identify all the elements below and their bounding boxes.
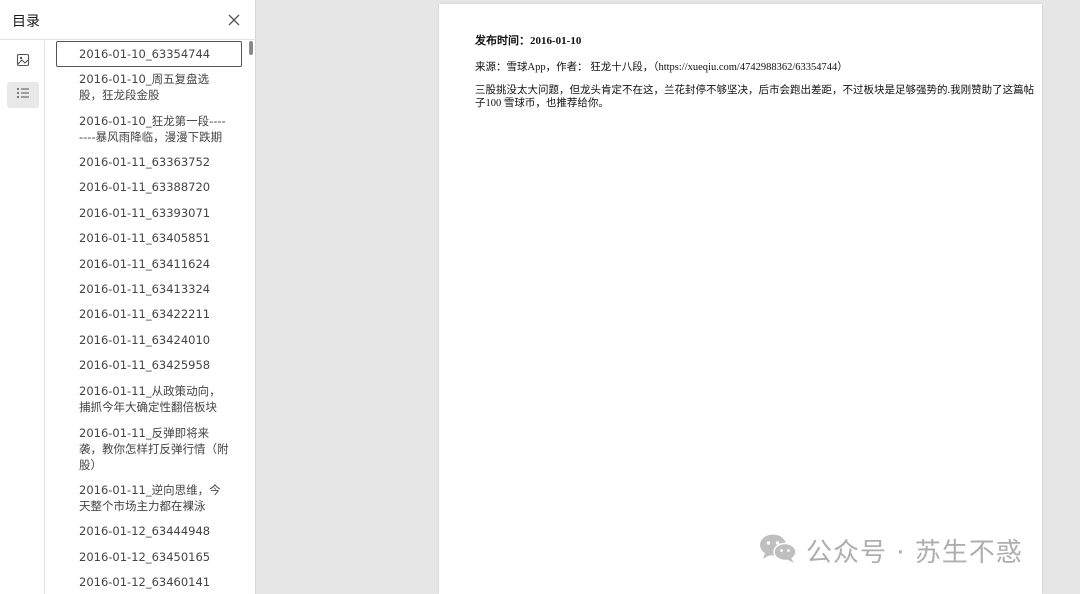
watermark-text: 公众号 · 苏生不惑 (806, 537, 1023, 568)
close-icon[interactable] (226, 12, 242, 28)
table-of-contents: 2016-01-10_63354744 2016-01-10_周五复盘选股，狂龙… (46, 41, 255, 594)
toc-item[interactable]: 2016-01-10_周五复盘选股，狂龙段金股 (79, 71, 229, 103)
toc-item[interactable]: 2016-01-11_从政策动向，捕抓今年大确定性翻倍板块 (79, 383, 229, 415)
sidebar-icon-bar (0, 41, 45, 594)
toc-item[interactable]: 2016-01-11_63388720 (79, 179, 229, 195)
toc-item[interactable]: 2016-01-11_63363752 (79, 154, 229, 170)
toc-item[interactable]: 2016-01-12_63460141 (79, 574, 229, 590)
sidebar-header: 目录 (0, 0, 256, 40)
source-line: 来源：雪球App，作者： 狂龙十八段，（https://xueqiu.com/4… (475, 62, 848, 73)
toc-item[interactable]: 2016-01-10_狂龙第一段--------暴风雨降临，漫漫下跌期 (79, 113, 229, 145)
toc-item[interactable]: 2016-01-11_63422211 (79, 306, 229, 322)
list-icon (16, 86, 30, 105)
thumbnails-button[interactable] (7, 49, 39, 75)
toc-item[interactable]: 2016-01-11_63424010 (79, 332, 229, 348)
body-text: 三股挑没太大问题，但龙头肯定不在这，兰花封停不够坚决，后市会跑出差距，不过板块是… (475, 85, 1035, 109)
toc-item[interactable]: 2016-01-12_63450165 (79, 549, 229, 565)
toc-item[interactable]: 2016-01-10_63354744 (79, 46, 229, 62)
wechat-icon (758, 532, 798, 569)
toc-item[interactable]: 2016-01-11_63425958 (79, 357, 229, 373)
image-icon (16, 53, 30, 72)
toc-item[interactable]: 2016-01-11_63413324 (79, 281, 229, 297)
sidebar: 目录 2016-01-10_63354744 2016-01-10_周五复盘选股… (0, 0, 256, 594)
watermark: 公众号 · 苏生不惑 (758, 532, 1023, 568)
publish-date: 发布时间：2016-01-10 (475, 35, 582, 47)
sidebar-title: 目录 (12, 14, 40, 30)
toc-item[interactable]: 2016-01-11_63393071 (79, 205, 229, 221)
toc-item[interactable]: 2016-01-11_63405851 (79, 230, 229, 246)
toc-item[interactable]: 2016-01-11_反弹即将来袭，教你怎样打反弹行情（附股） (79, 425, 229, 473)
scrollbar-thumb[interactable] (249, 41, 253, 55)
outline-button[interactable] (7, 82, 39, 108)
toc-item[interactable]: 2016-01-12_63444948 (79, 523, 229, 539)
document-page: 发布时间：2016-01-10 来源：雪球App，作者： 狂龙十八段，（http… (439, 4, 1042, 594)
toc-item[interactable]: 2016-01-11_逆向思维，今天整个市场主力都在裸泳 (79, 482, 229, 514)
toc-item[interactable]: 2016-01-11_63411624 (79, 256, 229, 272)
